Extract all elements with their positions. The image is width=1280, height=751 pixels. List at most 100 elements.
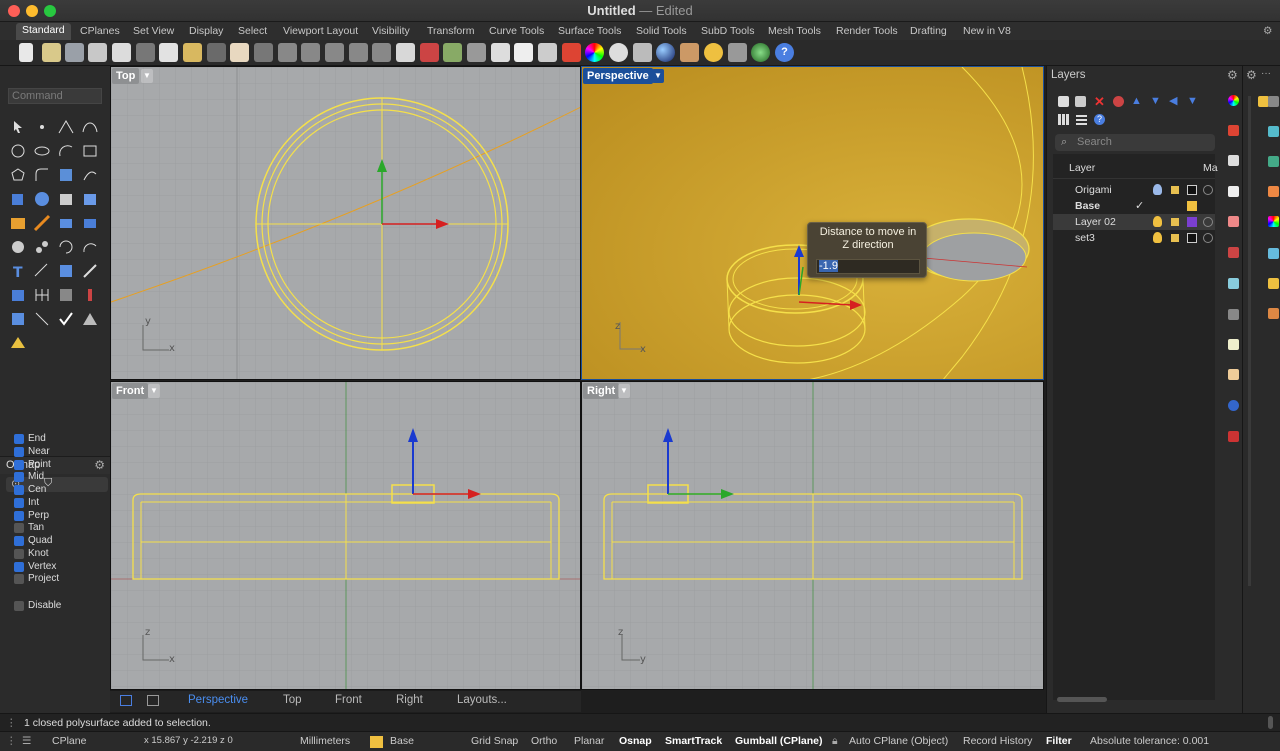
- render-sphere-icon[interactable]: [656, 43, 675, 62]
- display-tab-icon[interactable]: [1228, 155, 1239, 166]
- viewport-title-front[interactable]: Front: [112, 383, 149, 399]
- group-icon[interactable]: [9, 238, 27, 256]
- tab-render-tools[interactable]: Render Tools: [830, 24, 904, 38]
- four-view-layout-icon[interactable]: [120, 695, 132, 706]
- tab-standard[interactable]: Standard: [16, 23, 71, 40]
- osnap-disable-checkbox[interactable]: [14, 601, 24, 611]
- strip-scrollbar[interactable]: [1248, 96, 1251, 586]
- column-header-layer[interactable]: Layer: [1069, 162, 1095, 174]
- strip-more-icon[interactable]: ···: [1261, 68, 1271, 79]
- arc-icon[interactable]: [57, 142, 75, 160]
- tab-new-in-v8[interactable]: New in V8: [957, 24, 1017, 38]
- layer-material-icon[interactable]: [1203, 233, 1213, 243]
- layer-material-icon[interactable]: [1203, 185, 1213, 195]
- auto-cplane-toggle[interactable]: Auto CPlane (Object): [849, 735, 948, 747]
- column-header-material[interactable]: Ma: [1203, 162, 1218, 174]
- viewport-menu-chevron-icon[interactable]: ▼: [148, 384, 160, 398]
- select-points-icon[interactable]: [491, 43, 510, 62]
- pan-hand-icon[interactable]: [230, 43, 249, 62]
- viewport-front[interactable]: z x Front ▼: [110, 381, 581, 690]
- zoom-icon[interactable]: [278, 43, 297, 62]
- layer-lock-icon[interactable]: [1171, 234, 1179, 242]
- scale-icon[interactable]: [81, 238, 99, 256]
- curve-icon[interactable]: [81, 118, 99, 136]
- layer-help-icon[interactable]: ?: [1094, 114, 1105, 125]
- cplane-label[interactable]: CPlane: [52, 735, 86, 747]
- viewport-tab-top[interactable]: Top: [283, 694, 302, 706]
- smarttrack-toggle[interactable]: SmartTrack: [665, 735, 722, 747]
- viewport-menu-chevron-icon[interactable]: ▼: [141, 69, 153, 83]
- circle-icon[interactable]: [9, 142, 27, 160]
- new-sublayer-icon[interactable]: [1075, 96, 1086, 107]
- new-layer-icon[interactable]: [1058, 96, 1069, 107]
- sketch-icon[interactable]: [9, 310, 27, 328]
- point-icon[interactable]: [33, 118, 51, 136]
- box-icon[interactable]: [9, 190, 27, 208]
- cylinder-icon[interactable]: [57, 190, 75, 208]
- named-cplane-icon[interactable]: [443, 43, 462, 62]
- osnap-mid-checkbox[interactable]: [14, 472, 24, 482]
- layer-list-scrollbar[interactable]: [1057, 697, 1107, 702]
- sun-icon[interactable]: [704, 43, 723, 62]
- layer-color-swatch[interactable]: [1187, 217, 1197, 227]
- fillet-curve-icon[interactable]: [33, 166, 51, 184]
- tab-curve-tools[interactable]: Curve Tools: [483, 24, 550, 38]
- viewport-top[interactable]: y x Top ▼: [110, 66, 581, 380]
- viewport-tab-perspective[interactable]: Perspective: [188, 694, 248, 706]
- boolean-icon[interactable]: [57, 214, 75, 232]
- array-icon[interactable]: [33, 238, 51, 256]
- strip-brush-icon[interactable]: [1268, 308, 1279, 319]
- ellipse-icon[interactable]: [33, 142, 51, 160]
- cplane-icon[interactable]: [467, 43, 486, 62]
- viewport-tab-front[interactable]: Front: [335, 694, 362, 706]
- help-tab-icon[interactable]: [1228, 186, 1239, 197]
- tab-cplanes[interactable]: CPlanes: [74, 24, 126, 38]
- record-tab-icon[interactable]: [1228, 431, 1239, 442]
- strip-object-icon[interactable]: [1268, 126, 1279, 137]
- layer-row-origami[interactable]: Origami: [1053, 182, 1215, 198]
- osnap-vertex-checkbox[interactable]: [14, 562, 24, 572]
- environment-icon[interactable]: [751, 43, 770, 62]
- layer-filter-icon[interactable]: [1113, 96, 1124, 107]
- ruler-tab-icon[interactable]: [1228, 216, 1239, 227]
- record-history-toggle[interactable]: Record History: [963, 735, 1032, 747]
- solid-box-icon[interactable]: [9, 286, 27, 304]
- list-view-icon[interactable]: [1076, 114, 1087, 125]
- tab-transform[interactable]: Transform: [421, 24, 480, 38]
- delete-layer-icon[interactable]: ✕: [1094, 95, 1105, 108]
- move-layer-up-icon[interactable]: ▲: [1131, 96, 1142, 107]
- materials-tab-icon[interactable]: [1228, 400, 1239, 411]
- dimension-tool-icon[interactable]: [33, 262, 51, 280]
- zoom-window-icon[interactable]: [301, 43, 320, 62]
- strip-key-icon[interactable]: [1268, 278, 1279, 289]
- checkmark-tool-icon[interactable]: [57, 310, 75, 328]
- osnap-tan-checkbox[interactable]: [14, 523, 24, 533]
- lights-tab-icon[interactable]: [1228, 339, 1239, 350]
- undo-icon[interactable]: [207, 43, 226, 62]
- pattern-icon[interactable]: [57, 286, 75, 304]
- import-icon[interactable]: [112, 43, 131, 62]
- zoom-extents-icon[interactable]: [325, 43, 344, 62]
- mesh-icon[interactable]: [9, 214, 27, 232]
- tab-mesh-tools[interactable]: Mesh Tools: [762, 24, 827, 38]
- cut-icon[interactable]: [136, 43, 155, 62]
- properties-tab-icon[interactable]: [1228, 125, 1239, 136]
- sphere-icon[interactable]: [33, 190, 51, 208]
- layer-lock-icon[interactable]: [1171, 218, 1179, 226]
- funnel-filter-icon[interactable]: ▼: [1187, 96, 1198, 107]
- layer-lock-icon[interactable]: [1171, 186, 1179, 194]
- tab-set-view[interactable]: Set View: [127, 24, 180, 38]
- block-icon[interactable]: [57, 262, 75, 280]
- viewport-right[interactable]: z y Right ▼: [581, 381, 1044, 690]
- layer-visibility-bulb-icon[interactable]: [1153, 184, 1162, 195]
- layer-row-base[interactable]: Base ✓: [1053, 198, 1215, 214]
- tab-select[interactable]: Select: [232, 24, 273, 38]
- solid-edit-icon[interactable]: [81, 190, 99, 208]
- tab-viewport-layout[interactable]: Viewport Layout: [277, 24, 364, 38]
- osnap-int-checkbox[interactable]: [14, 498, 24, 508]
- layer-material-icon[interactable]: [1203, 217, 1213, 227]
- select-arrow-icon[interactable]: [9, 118, 27, 136]
- viewport-tab-right[interactable]: Right: [396, 694, 423, 706]
- analyze-icon[interactable]: [81, 262, 99, 280]
- osnap-near-checkbox[interactable]: [14, 447, 24, 457]
